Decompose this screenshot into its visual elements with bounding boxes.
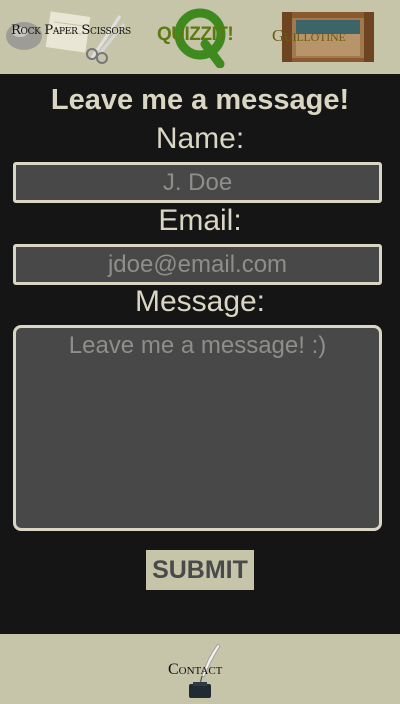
nav-guillotine[interactable]: Guillotine [268, 0, 392, 74]
message-label: Message: [134, 285, 266, 318]
message-textarea[interactable]: Leave me a message! :) [13, 325, 382, 531]
contact-label: Contact [168, 661, 223, 678]
form-title: Leave me a message! [50, 84, 350, 116]
email-label: Email: [158, 204, 242, 237]
name-input[interactable]: J. Doe [13, 162, 382, 203]
name-label: Name: [155, 122, 245, 155]
nav-label-guillotine: Guillotine [272, 26, 346, 45]
nav-label-quizzit: QUIZZIT! [157, 24, 234, 45]
submit-button[interactable]: SUBMIT [146, 550, 254, 590]
nav-contact[interactable]: Contact [150, 634, 250, 704]
email-input[interactable]: jdoe@email.com [13, 244, 382, 285]
nav-quizzit[interactable]: QUIZZIT! [150, 0, 250, 74]
email-placeholder: jdoe@email.com [107, 251, 288, 278]
name-placeholder: J. Doe [162, 169, 233, 196]
contact-form: Leave me a message! Name: J. Doe Email: … [0, 74, 400, 634]
message-placeholder: Leave me a message! :) [68, 332, 327, 359]
footer: Contact [0, 634, 400, 704]
top-nav: Rock Paper Scissors QUIZZIT! Guillotine [0, 0, 400, 74]
nav-label-rock-paper-scissors: Rock Paper Scissors [11, 23, 131, 38]
nav-rock-paper-scissors[interactable]: Rock Paper Scissors [4, 0, 132, 74]
